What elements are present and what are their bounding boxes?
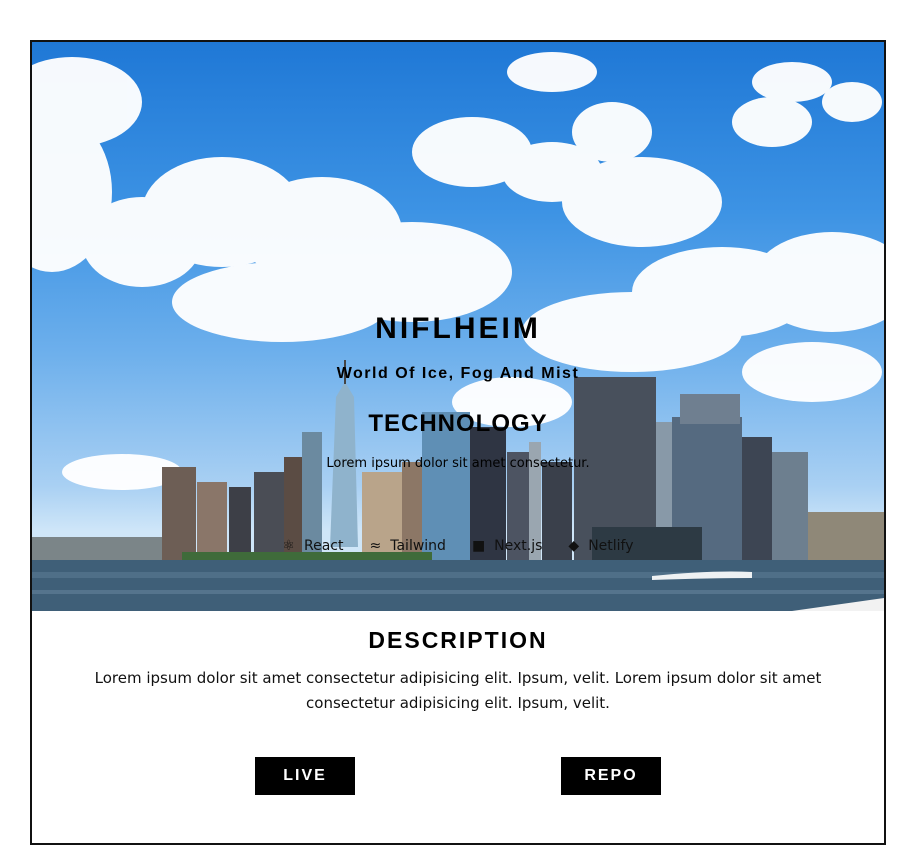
tech-item-label: Next.js xyxy=(494,538,543,554)
project-title: NIFLHEIM xyxy=(375,312,541,345)
tailwind-icon: ≈ xyxy=(369,538,382,554)
description-heading: DESCRIPTION xyxy=(368,627,548,653)
netlify-icon: ◆ xyxy=(568,538,580,554)
technology-list: ⚛ React ≈ Tailwind ■ Next.js ◆ Netlify xyxy=(32,538,884,554)
tech-item-label: Tailwind xyxy=(390,538,446,554)
tech-item-tailwind: ≈ Tailwind xyxy=(370,538,446,554)
nextjs-icon: ■ xyxy=(471,538,486,554)
hero-image: NIFLHEIM World Of Ice, Fog And Mist TECH… xyxy=(32,42,884,611)
repo-button[interactable]: REPO xyxy=(561,757,661,795)
technology-heading: TECHNOLOGY xyxy=(368,410,548,437)
tech-item-label: Netlify xyxy=(588,538,634,554)
tech-item-react: ⚛ React xyxy=(282,538,343,554)
project-subtitle: World Of Ice, Fog And Mist xyxy=(336,365,580,382)
tech-item-netlify: ◆ Netlify xyxy=(568,538,633,554)
react-icon: ⚛ xyxy=(282,538,296,554)
project-card: NIFLHEIM World Of Ice, Fog And Mist TECH… xyxy=(30,40,886,845)
tech-item-label: React xyxy=(304,538,344,554)
technology-description: Lorem ipsum dolor sit amet consectetur. xyxy=(326,456,590,471)
description-body: Lorem ipsum dolor sit amet consectetur a… xyxy=(94,669,822,712)
live-button[interactable]: LIVE xyxy=(255,757,355,795)
tech-item-nextjs: ■ Next.js xyxy=(472,538,542,554)
